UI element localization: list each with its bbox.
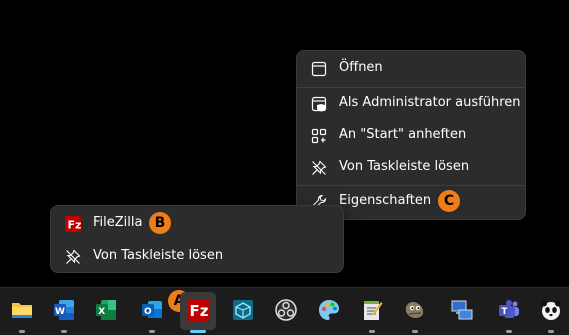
menu-item-unpin-taskbar[interactable]: Von Taskleiste lösen [297, 152, 525, 184]
callout-badge-b: B [149, 212, 171, 234]
active-indicator [190, 330, 206, 333]
menu-item-label: Als Administrator ausführen [339, 95, 521, 110]
panda-icon [541, 300, 561, 320]
taskbar-obs[interactable] [268, 292, 304, 330]
taskbar-network[interactable] [444, 292, 480, 330]
taskbar-word[interactable]: W [46, 292, 82, 330]
running-indicator [19, 330, 25, 333]
menu-item-pin-to-start[interactable]: An "Start" anheften [297, 120, 525, 152]
menu-item-label: FileZilla [93, 215, 143, 230]
menu-item-open[interactable]: Öffnen [297, 53, 525, 85]
running-indicator [506, 330, 512, 333]
taskbar-excel[interactable]: X [88, 292, 124, 330]
notepad-icon [364, 301, 383, 320]
admin-shield-icon [311, 96, 327, 112]
palette-icon [319, 300, 339, 320]
taskbar: W X O A Fz T [0, 287, 569, 335]
cube-icon [233, 300, 253, 320]
unpin-icon [312, 160, 327, 175]
running-indicator [149, 330, 155, 333]
menu-item-label: An "Start" anheften [339, 127, 467, 142]
running-indicator [61, 330, 67, 333]
jump-list-menu: Öffnen Als Administrator ausführen An "S… [296, 50, 526, 220]
taskbar-app-cube[interactable] [225, 292, 261, 330]
svg-text:O: O [144, 307, 152, 317]
taskbar-app-menu: Fz FileZilla Von Taskleiste lösen B [50, 205, 344, 273]
taskbar-notepad[interactable] [354, 292, 390, 330]
svg-text:T: T [502, 307, 508, 317]
gimp-icon [405, 302, 424, 318]
taskbar-outlook[interactable]: O [134, 292, 170, 330]
menu-item-label: Öffnen [339, 60, 383, 75]
taskbar-filezilla[interactable]: Fz [180, 292, 216, 330]
menu-item-run-as-admin[interactable]: Als Administrator ausführen [297, 88, 525, 120]
unpin-icon [66, 249, 81, 264]
svg-text:Fz: Fz [68, 219, 82, 232]
svg-text:Fz: Fz [190, 302, 209, 320]
callout-badge-c: C [438, 190, 460, 212]
taskbar-teams[interactable]: T [491, 292, 527, 330]
taskbar-file-explorer[interactable] [4, 292, 40, 330]
running-indicator [369, 330, 375, 333]
running-indicator [548, 330, 554, 333]
menu-item-label: Von Taskleiste lösen [93, 248, 224, 263]
running-indicator [412, 330, 418, 333]
obs-icon [275, 299, 297, 321]
taskbar-panda[interactable] [533, 292, 569, 330]
filezilla-icon: Fz [187, 299, 209, 321]
menu-item-label: Eigenschaften [339, 193, 432, 208]
filezilla-icon: Fz [65, 216, 81, 232]
svg-text:X: X [98, 307, 105, 317]
menu-item-unpin-taskbar[interactable]: Von Taskleiste lösen [51, 241, 343, 273]
word-icon: W [54, 300, 74, 320]
taskbar-paint[interactable] [311, 292, 347, 330]
menu-item-filezilla[interactable]: Fz FileZilla [51, 208, 343, 240]
folder-icon [12, 303, 32, 318]
outlook-icon: O [142, 301, 162, 318]
menu-item-label: Von Taskleiste lösen [339, 159, 470, 174]
teams-icon: T [499, 300, 519, 318]
svg-text:W: W [55, 307, 65, 317]
pin-to-start-icon [311, 128, 327, 144]
taskbar-gimp[interactable] [397, 292, 433, 330]
window-icon [311, 61, 327, 77]
computer-icon [451, 300, 473, 320]
excel-icon: X [96, 300, 116, 320]
